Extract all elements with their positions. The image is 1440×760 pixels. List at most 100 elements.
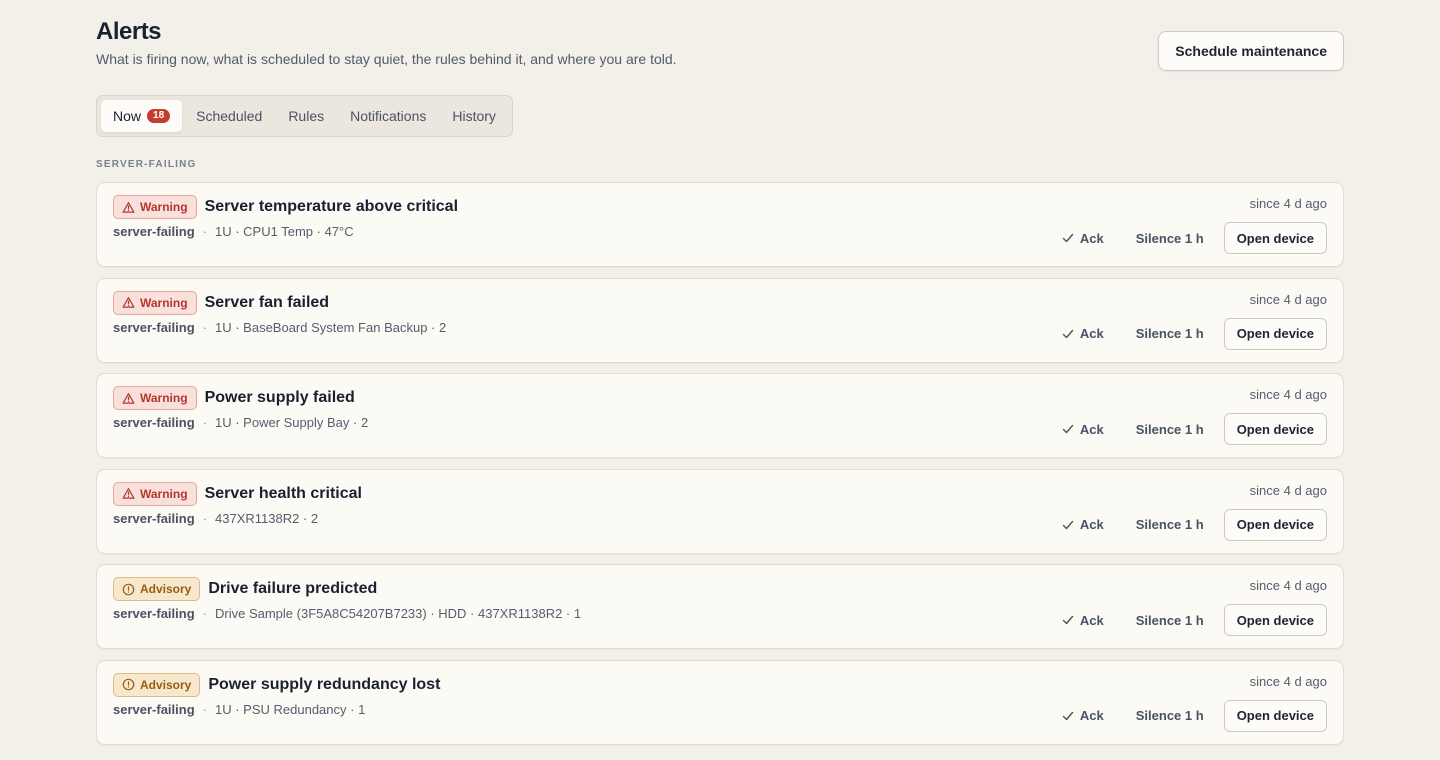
tab-label: History [452,108,496,124]
ack-button[interactable]: Ack [1062,231,1104,246]
alert-detail: 1U · Power Supply Bay · 2 [215,415,369,430]
separator: · [202,224,207,239]
alert-card: Advisory Power supply redundancy lost se… [96,659,1344,745]
open-device-button[interactable]: Open device [1223,413,1327,445]
ack-label: Ack [1079,612,1104,628]
alert-meta: server-failing · 1U · PSU Redundancy · 1 [113,702,365,717]
alert-detail: 1U · BaseBoard System Fan Backup · 2 [215,319,447,335]
alert-group: server-failing [113,224,195,239]
warning-triangle-icon [122,488,135,499]
ack-label: Ack [1079,708,1104,723]
separator: · [202,701,207,717]
alert-detail: 1U · CPU1 Temp · 47°C [215,224,354,239]
alert-group: server-failing [113,701,195,717]
info-circle-icon [122,583,135,596]
warning-triangle-icon [122,392,135,404]
warning-triangle-icon [122,392,135,405]
alert-tabs: Now 18 Scheduled Rules Notifications His… [96,95,513,137]
tab-scheduled[interactable]: Scheduled [184,100,274,132]
info-circle-icon [122,678,135,691]
warning-triangle-icon [122,201,135,213]
alert-since: since 4 d ago [1249,673,1327,689]
tab-rules[interactable]: Rules [276,100,336,132]
alert-since: since 4 d ago [1249,291,1327,307]
alert-title: Server temperature above critical [204,198,459,215]
ack-button[interactable]: Ack [1062,613,1104,628]
severity-label: Advisory [140,582,192,596]
tab-label: Now [113,108,142,124]
open-device-button[interactable]: Open device [1223,699,1327,732]
ack-button[interactable]: Ack [1062,326,1104,341]
severity-label: Warning [140,391,188,405]
severity-label: Warning [140,486,188,501]
alert-since: since 4 d ago [1249,196,1327,211]
page-title: Alerts [96,18,162,45]
check-icon [1062,520,1074,529]
alert-card: Warning Power supply failed server-faili… [96,373,1344,458]
silence-button[interactable]: Silence 1 h [1136,517,1204,532]
alert-card: Warning Server temperature above critica… [96,182,1344,267]
ack-button[interactable]: Ack [1062,708,1104,723]
warning-triangle-icon [122,297,135,308]
silence-button[interactable]: Silence 1 h [1136,231,1204,246]
check-icon [1062,424,1074,434]
ack-label: Ack [1079,230,1104,246]
alert-meta: server-failing · Drive Sample (3F5A8C542… [113,606,581,621]
section-label: SERVER-FAILING [96,159,197,170]
alert-title: Power supply redundancy lost [208,675,441,693]
severity-badge: Advisory [113,577,201,601]
tab-label: Scheduled [196,108,263,124]
alert-meta: server-failing · 1U · CPU1 Temp · 47°C [113,224,354,239]
tab-now[interactable]: Now 18 [101,100,183,132]
silence-button[interactable]: Silence 1 h [1136,613,1204,628]
separator: · [202,606,207,621]
warning-triangle-icon [122,201,135,214]
alert-since: since 4 d ago [1249,482,1327,498]
alert-detail: 1U · PSU Redundancy · 1 [215,701,366,717]
ack-button[interactable]: Ack [1062,422,1104,437]
separator: · [202,415,207,430]
schedule-maintenance-button[interactable]: Schedule maintenance [1158,31,1344,71]
separator: · [202,510,207,526]
severity-badge: Warning [113,386,197,410]
severity-badge: Warning [113,195,197,219]
tab-notifications[interactable]: Notifications [338,100,438,132]
check-icon [1062,711,1074,720]
alert-actions: Ack Silence 1 h Open device [1062,222,1327,254]
alert-meta: server-failing · 1U · Power Supply Bay ·… [113,415,368,430]
alert-group: server-failing [113,415,195,430]
separator: · [202,319,207,335]
ack-label: Ack [1079,326,1104,341]
alert-meta: server-failing · 437XR1138R2 · 2 [113,511,318,526]
silence-button[interactable]: Silence 1 h [1136,422,1204,437]
alert-group: server-failing [113,606,195,621]
ack-button[interactable]: Ack [1062,517,1104,532]
tab-history[interactable]: History [440,100,508,132]
info-circle-icon [122,678,135,691]
alert-actions: Ack Silence 1 h Open device [1062,699,1327,732]
alert-detail: 437XR1138R2 · 2 [215,510,319,526]
silence-button[interactable]: Silence 1 h [1136,326,1204,341]
ack-label: Ack [1079,421,1104,437]
alert-detail: Drive Sample (3F5A8C54207B7233) · HDD · … [215,606,582,621]
alert-list: Warning Server temperature above critica… [96,182,1344,755]
alert-title: Drive failure predicted [208,580,378,597]
severity-label: Warning [140,200,188,214]
alert-card: Warning Server health critical server-fa… [96,468,1344,554]
tab-label: Rules [288,108,325,124]
open-device-button[interactable]: Open device [1223,317,1327,350]
open-device-button[interactable]: Open device [1223,508,1327,541]
alert-title: Server fan failed [204,293,330,311]
tab-label: Notifications [350,108,427,124]
open-device-button[interactable]: Open device [1223,222,1327,254]
severity-badge: Warning [113,290,197,315]
open-device-button[interactable]: Open device [1223,604,1327,636]
severity-label: Warning [140,295,188,310]
alert-card: Advisory Drive failure predicted server-… [96,564,1344,649]
alert-group: server-failing [113,319,195,335]
count-badge: 18 [147,109,171,123]
severity-label: Advisory [140,677,192,692]
silence-button[interactable]: Silence 1 h [1136,708,1204,723]
alert-since: since 4 d ago [1249,578,1327,593]
alert-actions: Ack Silence 1 h Open device [1062,317,1327,350]
